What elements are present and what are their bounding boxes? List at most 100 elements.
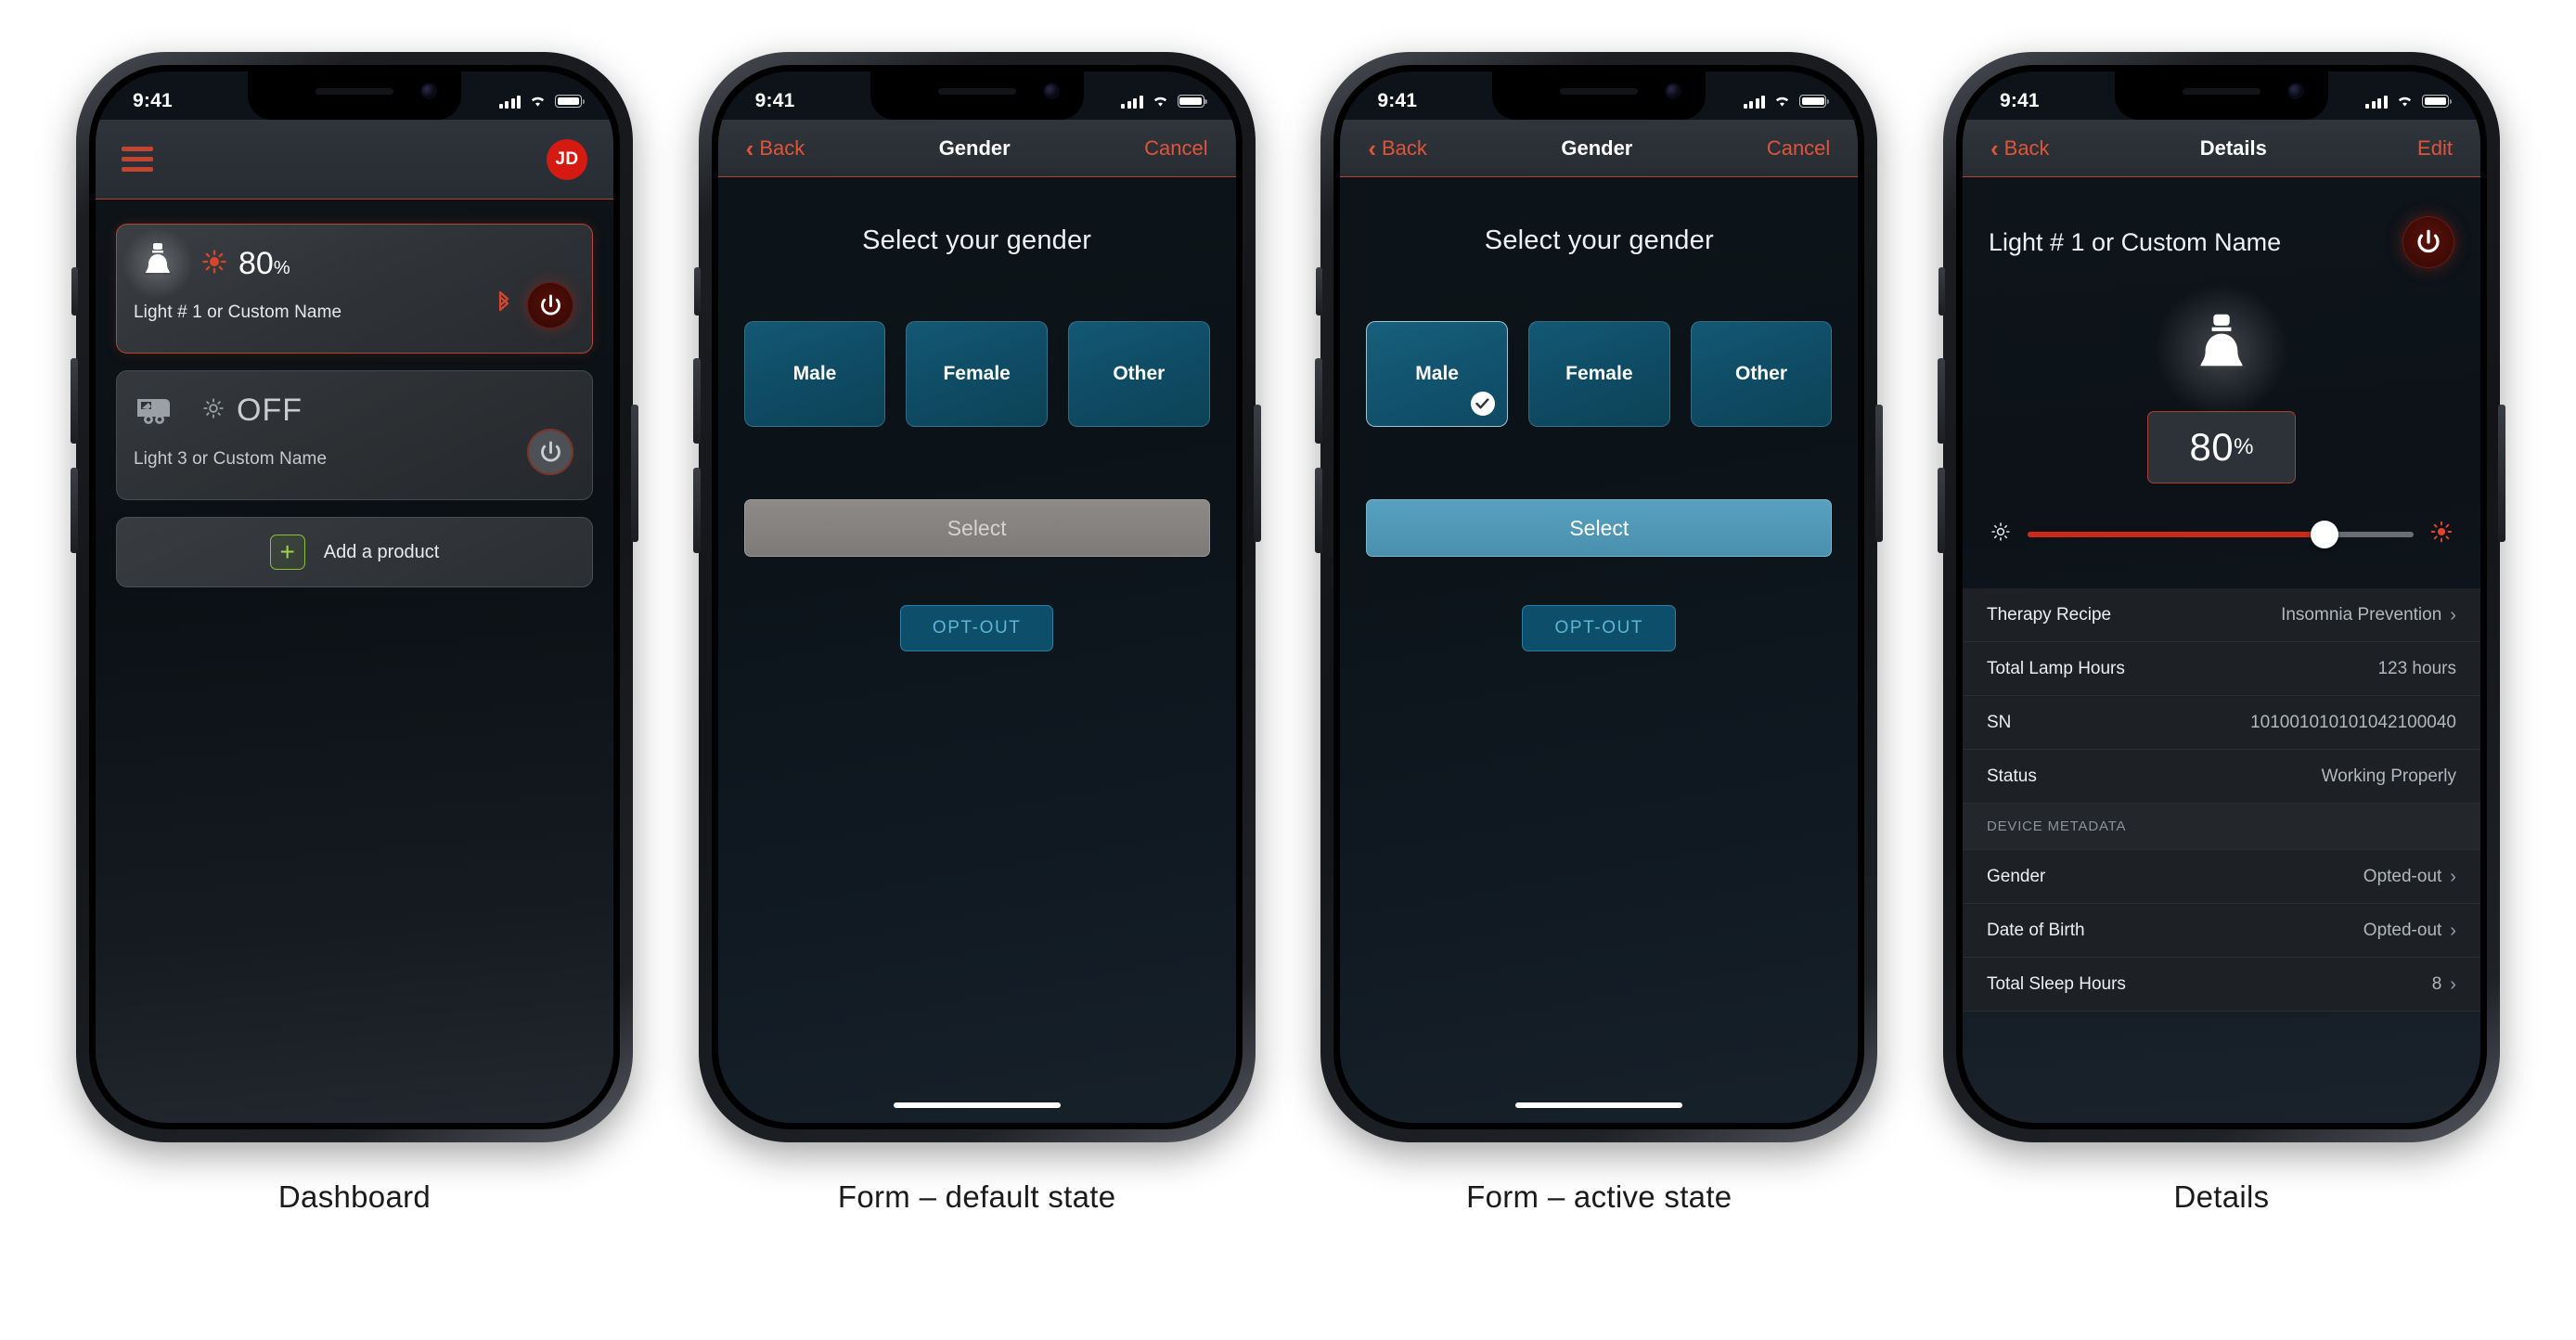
slider-fill [2027, 531, 2325, 537]
silent-switch[interactable] [71, 267, 78, 316]
trailer-icon [134, 386, 182, 434]
edit-button[interactable]: Edit [2417, 136, 2453, 161]
hamburger-menu-icon[interactable] [122, 147, 153, 172]
cancel-button[interactable]: Cancel [1144, 136, 1207, 161]
screen-dashboard: 9:41 JD 80% Light # 1 or Custom Name OFF… [67, 52, 642, 1215]
side-power-button[interactable] [2497, 405, 2505, 542]
front-camera-icon [2288, 84, 2302, 97]
device-card-controls [527, 429, 573, 475]
volume-down-button[interactable] [1937, 468, 1945, 553]
status-indicators [1121, 95, 1207, 109]
wifi-icon [529, 95, 547, 108]
brightness-readout: OFF [202, 394, 303, 426]
back-button[interactable]: ‹ Back [1368, 136, 1427, 161]
chevron-right-icon: › [2450, 920, 2456, 941]
device-screen: 9:41 ‹ Back [1962, 71, 2480, 1123]
sun-bright-icon [2430, 521, 2453, 548]
volume-down-button[interactable] [1315, 468, 1323, 553]
silent-switch[interactable] [693, 267, 701, 316]
home-indicator[interactable] [893, 1102, 1061, 1108]
sun-dim-icon [202, 397, 225, 424]
section-header-device-metadata: DEVICE METADATA [1962, 804, 2480, 850]
gender-options: Male Female Other [1340, 321, 1858, 427]
gender-option-male[interactable]: Male [1366, 321, 1508, 427]
back-button[interactable]: ‹ Back [1990, 136, 2050, 161]
detail-row-therapy-recipe[interactable]: Therapy Recipe Insomnia Prevention › [1962, 588, 2480, 642]
sun-bright-icon [202, 249, 226, 278]
status-indicators [1743, 95, 1830, 109]
volume-up-button[interactable] [692, 358, 701, 444]
wifi-icon [2396, 95, 2414, 108]
nav-bar: ‹ Back Details Edit [1962, 120, 2480, 177]
details-header: Light # 1 or Custom Name [1963, 177, 2480, 268]
device-card-controls [496, 282, 573, 329]
form-heading: Select your gender [1484, 225, 1714, 255]
detail-row-total-sleep-hours[interactable]: Total Sleep Hours 8 › [1962, 958, 2480, 1011]
gender-options: Male Female Other [718, 321, 1236, 427]
select-button[interactable]: Select [1366, 499, 1833, 557]
light-bulb-icon [2152, 281, 2290, 419]
add-product-button[interactable]: + Add a product [116, 517, 593, 587]
row-value: Working Properly [2321, 766, 2456, 786]
gender-option-other[interactable]: Other [1690, 321, 1833, 427]
row-label: SN [1986, 712, 2012, 732]
device-card-light-1[interactable]: 80% Light # 1 or Custom Name [116, 224, 593, 354]
detail-row-sn[interactable]: SN 101001010101042100040 [1962, 696, 2480, 750]
battery-icon [1799, 95, 1830, 108]
option-label: Female [943, 363, 1011, 384]
volume-up-button[interactable] [1315, 358, 1323, 444]
front-camera-icon [1667, 84, 1681, 97]
row-value-wrap: Opted-out › [2363, 867, 2456, 887]
volume-up-button[interactable] [71, 358, 78, 444]
detail-row-date-of-birth[interactable]: Date of Birth Opted-out › [1962, 904, 2480, 958]
power-toggle-light-3[interactable] [527, 429, 573, 475]
home-indicator[interactable] [1515, 1102, 1683, 1108]
battery-icon [1177, 95, 1207, 108]
chevron-left-icon: ‹ [1990, 134, 1999, 162]
gender-option-male[interactable]: Male [743, 321, 886, 427]
form-body: Select your gender Male Female Other Sel… [717, 177, 1236, 1123]
gender-option-female[interactable]: Female [1527, 321, 1670, 427]
slider-thumb[interactable] [2311, 520, 2339, 548]
volume-down-button[interactable] [71, 468, 78, 553]
cellular-signal-icon [2365, 95, 2388, 109]
silent-switch[interactable] [1938, 267, 1945, 316]
status-time: 9:41 [1377, 90, 1418, 111]
row-value: Opted-out [2363, 866, 2442, 886]
chevron-right-icon: › [2450, 866, 2456, 887]
row-value: 101001010101042100040 [2250, 712, 2456, 732]
detail-row-gender[interactable]: Gender Opted-out › [1962, 850, 2480, 904]
cellular-signal-icon [1743, 95, 1766, 109]
avatar[interactable]: JD [547, 138, 587, 180]
device-card-light-3[interactable]: OFF Light 3 or Custom Name [116, 370, 593, 500]
select-button[interactable]: Select [743, 499, 1210, 557]
dashboard-header: JD [96, 120, 613, 200]
brightness-slider[interactable] [2027, 520, 2414, 548]
side-power-button[interactable] [1875, 405, 1884, 542]
detail-row-total-lamp-hours[interactable]: Total Lamp Hours 123 hours [1962, 642, 2480, 696]
detail-row-status[interactable]: Status Working Properly [1962, 750, 2480, 804]
gender-option-other[interactable]: Other [1068, 321, 1210, 427]
gender-option-female[interactable]: Female [906, 321, 1048, 427]
volume-up-button[interactable] [1937, 358, 1945, 444]
status-indicators [2365, 95, 2452, 109]
opt-out-button[interactable]: OPT-OUT [899, 605, 1054, 651]
optout-row: OPT-OUT [1340, 605, 1858, 651]
optout-row: OPT-OUT [718, 605, 1236, 651]
page-title: Details [2199, 135, 2267, 160]
row-label: Therapy Recipe [1986, 604, 2112, 625]
side-power-button[interactable] [631, 405, 638, 542]
opt-out-button[interactable]: OPT-OUT [1522, 605, 1677, 651]
volume-down-button[interactable] [692, 468, 701, 553]
power-toggle-button[interactable] [2402, 216, 2454, 268]
cancel-button[interactable]: Cancel [1767, 136, 1830, 161]
side-power-button[interactable] [1253, 405, 1261, 542]
power-toggle-light-1[interactable] [527, 282, 573, 329]
earpiece-speaker [316, 88, 393, 95]
dashboard-body: 80% Light # 1 or Custom Name OFF Light 3… [96, 200, 613, 1123]
screen-caption: Form – active state [1466, 1179, 1732, 1214]
silent-switch[interactable] [1316, 267, 1323, 316]
screen-caption: Form – default state [837, 1179, 1116, 1214]
chevron-left-icon: ‹ [745, 134, 754, 162]
back-button[interactable]: ‹ Back [746, 136, 805, 161]
